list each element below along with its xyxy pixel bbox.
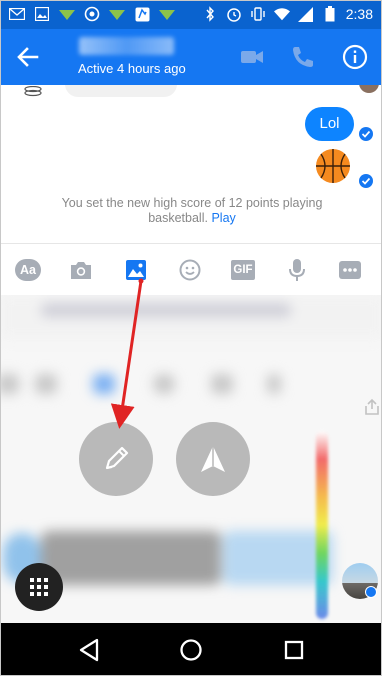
- app-icon: [109, 6, 125, 22]
- arrow-left-icon: [17, 47, 39, 67]
- text-style-label: Aa: [20, 263, 36, 277]
- grid-icon: [30, 578, 48, 596]
- pencil-button[interactable]: [79, 422, 153, 496]
- voice-call-button[interactable]: [289, 43, 317, 71]
- smiley-icon: [179, 259, 201, 281]
- composer-toolbar: Aa GIF: [1, 243, 381, 295]
- send-arrow-icon: [201, 446, 225, 472]
- text-style-button[interactable]: Aa: [15, 258, 41, 282]
- blurred-region: [41, 303, 291, 317]
- blurred-region: [153, 374, 175, 394]
- color-picker-slider[interactable]: [316, 431, 328, 619]
- pencil-icon: [105, 446, 129, 470]
- app-drawer-button[interactable]: [15, 563, 63, 611]
- message-thread: Lol You set the new high score of 12 poi…: [1, 85, 381, 243]
- messenger-badge-icon: [365, 586, 377, 598]
- sent-message-bubble[interactable]: Lol: [305, 107, 354, 141]
- more-options-icon: [339, 261, 361, 279]
- wifi-icon: [273, 6, 290, 22]
- stack-icon: [23, 85, 43, 97]
- screen: 2:38 Active 4 hours ago Lol You set the …: [0, 0, 382, 676]
- delivered-check-icon: [359, 174, 373, 188]
- nav-home-button[interactable]: [177, 636, 205, 664]
- blurred-region: [93, 374, 115, 394]
- notification-icons: [9, 6, 175, 22]
- basketball-icon[interactable]: [315, 148, 351, 184]
- app-icon: [59, 6, 75, 22]
- signal-icon: [298, 6, 314, 22]
- blurred-region: [211, 374, 233, 394]
- nav-recents-button[interactable]: [280, 636, 308, 664]
- camera-button[interactable]: [68, 258, 94, 282]
- blurred-region: [35, 374, 57, 394]
- video-call-button[interactable]: [238, 43, 266, 71]
- navigation-bar: [1, 623, 381, 675]
- game-score-note: You set the new high score of 12 points …: [61, 196, 323, 226]
- video-camera-icon: [241, 51, 263, 63]
- reddit-icon: [134, 6, 150, 22]
- back-button[interactable]: [15, 44, 41, 70]
- blurred-region: [1, 374, 19, 394]
- gallery-button[interactable]: [123, 258, 149, 282]
- conversation-header: Active 4 hours ago: [1, 29, 381, 85]
- bluetooth-icon: [202, 6, 218, 22]
- vibrate-icon: [250, 6, 266, 22]
- alarm-icon: [226, 6, 242, 22]
- blurred-region: [1, 295, 381, 339]
- microphone-icon: [289, 259, 305, 281]
- clock: 2:38: [345, 6, 373, 22]
- camera-icon: [71, 262, 91, 279]
- emoji-button[interactable]: [177, 258, 203, 282]
- blurred-region: [267, 374, 281, 394]
- circle-home-icon: [180, 639, 202, 661]
- gif-label: GIF: [233, 264, 253, 276]
- gif-button[interactable]: GIF: [230, 258, 256, 282]
- image-icon: [126, 260, 146, 280]
- gmail-icon: [9, 6, 25, 22]
- send-button[interactable]: [176, 422, 250, 496]
- triangle-back-icon: [79, 638, 99, 662]
- contact-name[interactable]: [79, 37, 174, 55]
- delivered-check-icon: [359, 127, 373, 141]
- game-note-text: You set the new high score of 12 points …: [61, 196, 323, 225]
- play-link[interactable]: Play: [211, 211, 235, 225]
- active-status: Active 4 hours ago: [78, 61, 186, 76]
- share-icon[interactable]: [363, 398, 381, 416]
- image-icon: [34, 6, 50, 22]
- status-bar: 2:38: [1, 1, 381, 29]
- square-recents-icon: [284, 640, 304, 660]
- microphone-button[interactable]: [284, 258, 310, 282]
- app-icon: [159, 6, 175, 22]
- blurred-region: [41, 531, 221, 585]
- phone-icon: [293, 47, 313, 67]
- more-button[interactable]: [337, 258, 363, 282]
- nav-back-button[interactable]: [75, 636, 103, 664]
- battery-icon: [322, 6, 338, 22]
- avatar: [359, 85, 379, 93]
- sync-icon: [84, 6, 100, 22]
- info-icon: [342, 44, 368, 70]
- blurred-region: [1, 370, 381, 398]
- system-icons: 2:38: [202, 6, 373, 22]
- info-button[interactable]: [341, 43, 369, 71]
- previous-message-bubble[interactable]: [65, 85, 177, 97]
